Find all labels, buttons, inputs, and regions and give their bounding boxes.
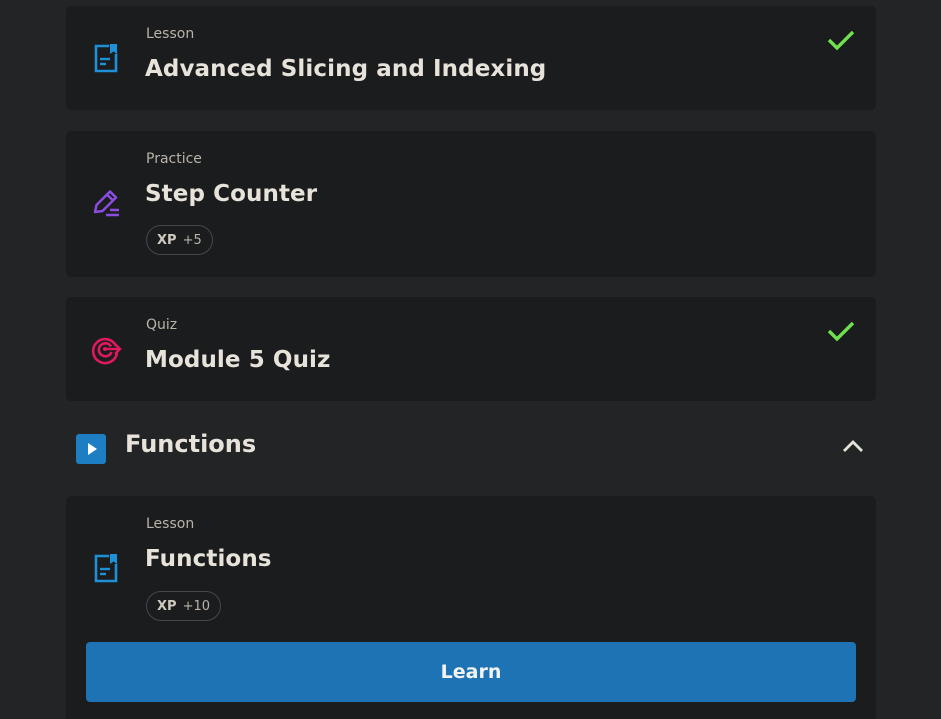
xp-value: +5	[182, 232, 202, 248]
item-type-label: Quiz	[146, 317, 178, 333]
item-title: Advanced Slicing and Indexing	[145, 56, 547, 82]
xp-badge: XP +10	[146, 591, 221, 621]
lesson-card-functions[interactable]: Lesson Functions XP +10 Learn	[66, 496, 876, 719]
pencil-icon	[93, 190, 119, 217]
play-icon	[76, 434, 106, 464]
completed-check-icon	[827, 30, 855, 51]
section-title: Functions	[125, 430, 257, 458]
item-type-label: Practice	[146, 151, 202, 167]
item-title: Functions	[145, 546, 272, 572]
xp-value: +10	[182, 598, 210, 614]
course-outline: Lesson Advanced Slicing and Indexing Pra…	[0, 0, 941, 719]
target-icon	[91, 337, 122, 365]
lesson-card-advanced-slicing[interactable]: Lesson Advanced Slicing and Indexing	[66, 6, 876, 110]
lesson-document-icon	[94, 44, 118, 73]
learn-button[interactable]: Learn	[86, 642, 856, 702]
section-header-functions[interactable]: Functions	[66, 420, 876, 476]
item-title: Module 5 Quiz	[145, 347, 331, 373]
item-title: Step Counter	[145, 181, 318, 207]
completed-check-icon	[827, 321, 855, 342]
chevron-up-icon[interactable]	[840, 436, 866, 456]
item-type-label: Lesson	[146, 26, 195, 42]
xp-label: XP	[157, 232, 177, 248]
lesson-document-icon	[94, 554, 118, 583]
xp-badge: XP +5	[146, 225, 213, 255]
item-type-label: Lesson	[146, 516, 195, 532]
xp-label: XP	[157, 598, 177, 614]
practice-card-step-counter[interactable]: Practice Step Counter XP +5	[66, 131, 876, 277]
quiz-card-module-5[interactable]: Quiz Module 5 Quiz	[66, 297, 876, 401]
